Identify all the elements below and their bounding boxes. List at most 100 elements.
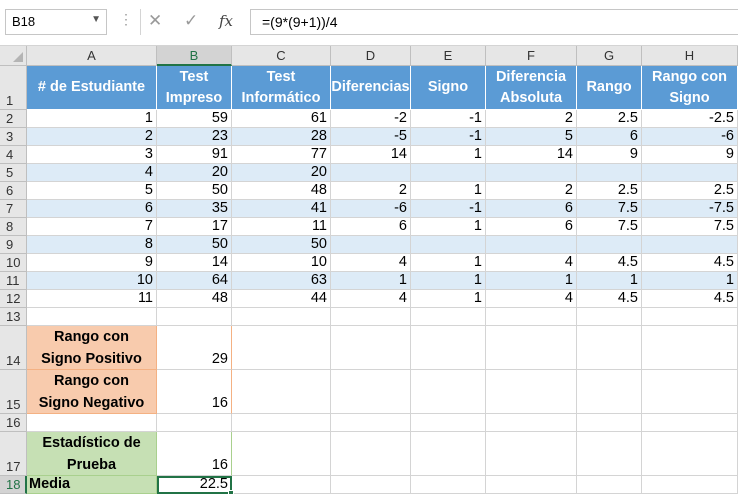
table-cell[interactable]: 14	[157, 254, 232, 272]
empty-cell[interactable]	[577, 326, 642, 370]
empty-cell[interactable]	[577, 308, 642, 326]
table-cell[interactable]: 6	[577, 128, 642, 146]
empty-cell[interactable]	[577, 370, 642, 414]
row-header-8[interactable]: 8	[0, 218, 27, 236]
table-cell[interactable]: -2	[331, 110, 411, 128]
empty-cell[interactable]	[157, 308, 232, 326]
table-cell[interactable]: 2	[486, 110, 577, 128]
column-header-e[interactable]: E	[411, 46, 486, 66]
table-cell[interactable]	[331, 164, 411, 182]
row-header-18[interactable]: 18	[0, 476, 27, 494]
table-cell[interactable]: 63	[232, 272, 331, 290]
table-cell[interactable]	[411, 164, 486, 182]
table-cell[interactable]: 6	[486, 200, 577, 218]
column-header-h[interactable]: H	[642, 46, 738, 66]
empty-cell[interactable]	[411, 476, 486, 494]
empty-cell[interactable]	[27, 414, 157, 432]
table-cell[interactable]: 2.5	[577, 110, 642, 128]
name-box[interactable]: B18 ▼	[5, 9, 107, 35]
empty-cell[interactable]	[331, 476, 411, 494]
cancel-icon[interactable]: ✕	[148, 9, 162, 33]
empty-cell[interactable]	[642, 370, 738, 414]
table-cell[interactable]: -1	[411, 128, 486, 146]
empty-cell[interactable]	[642, 308, 738, 326]
empty-cell[interactable]	[411, 414, 486, 432]
chevron-down-icon[interactable]: ▼	[91, 14, 101, 25]
empty-cell[interactable]	[331, 414, 411, 432]
empty-cell[interactable]	[486, 476, 577, 494]
row-header-14[interactable]: 14	[0, 326, 27, 370]
table-cell[interactable]	[331, 236, 411, 254]
empty-cell[interactable]	[642, 432, 738, 476]
column-header-a[interactable]: A	[27, 46, 157, 66]
row-header-16[interactable]: 16	[0, 414, 27, 432]
table-cell[interactable]: 11	[27, 290, 157, 308]
empty-cell[interactable]	[577, 476, 642, 494]
empty-cell[interactable]	[642, 414, 738, 432]
table-cell[interactable]: -1	[411, 200, 486, 218]
empty-cell[interactable]	[486, 370, 577, 414]
table-cell[interactable]: 50	[157, 236, 232, 254]
table-cell[interactable]: 1	[486, 272, 577, 290]
empty-cell[interactable]	[331, 370, 411, 414]
table-cell[interactable]: 9	[27, 254, 157, 272]
table-cell[interactable]: -6	[331, 200, 411, 218]
row-header-17[interactable]: 17	[0, 432, 27, 476]
table-cell[interactable]: 20	[232, 164, 331, 182]
table-cell[interactable]: 9	[642, 146, 738, 164]
table-cell[interactable]: 4	[27, 164, 157, 182]
empty-cell[interactable]	[486, 326, 577, 370]
empty-cell[interactable]	[331, 308, 411, 326]
table-cell[interactable]: 41	[232, 200, 331, 218]
row-header-9[interactable]: 9	[0, 236, 27, 254]
empty-cell[interactable]	[577, 432, 642, 476]
table-cell[interactable]: 5	[486, 128, 577, 146]
row-header-4[interactable]: 4	[0, 146, 27, 164]
table-cell[interactable]: -2.5	[642, 110, 738, 128]
row-header-11[interactable]: 11	[0, 272, 27, 290]
table-cell[interactable]: 1	[27, 110, 157, 128]
table-header-cell[interactable]: Test Impreso	[157, 66, 232, 110]
table-header-cell[interactable]: Diferencias	[331, 66, 411, 110]
row-header-2[interactable]: 2	[0, 110, 27, 128]
table-cell[interactable]	[486, 236, 577, 254]
select-all-button[interactable]	[0, 46, 27, 66]
table-header-cell[interactable]: Rango	[577, 66, 642, 110]
table-cell[interactable]: 2	[27, 128, 157, 146]
negative-rank-value[interactable]: 16	[157, 370, 232, 414]
table-cell[interactable]	[642, 236, 738, 254]
table-cell[interactable]: 28	[232, 128, 331, 146]
test-statistic-value[interactable]: 16	[157, 432, 232, 476]
positive-rank-value[interactable]: 29	[157, 326, 232, 370]
fill-handle[interactable]	[228, 490, 234, 494]
empty-cell[interactable]	[411, 370, 486, 414]
table-cell[interactable]: 1	[331, 272, 411, 290]
table-cell[interactable]: 4.5	[577, 254, 642, 272]
empty-cell[interactable]	[232, 414, 331, 432]
row-header-13[interactable]: 13	[0, 308, 27, 326]
table-cell[interactable]: 1	[411, 290, 486, 308]
table-cell[interactable]: 4	[486, 290, 577, 308]
table-cell[interactable]: 48	[157, 290, 232, 308]
drag-handle-icon[interactable]: ⋮	[119, 11, 133, 28]
table-cell[interactable]: 59	[157, 110, 232, 128]
empty-cell[interactable]	[331, 326, 411, 370]
column-header-f[interactable]: F	[486, 46, 577, 66]
table-cell[interactable]: 23	[157, 128, 232, 146]
table-cell[interactable]	[411, 236, 486, 254]
table-cell[interactable]	[642, 164, 738, 182]
media-label[interactable]: Media	[27, 476, 157, 494]
table-cell[interactable]: 1	[411, 272, 486, 290]
table-cell[interactable]	[577, 164, 642, 182]
table-cell[interactable]: -1	[411, 110, 486, 128]
table-cell[interactable]: 20	[157, 164, 232, 182]
empty-cell[interactable]	[27, 308, 157, 326]
table-cell[interactable]: 1	[411, 182, 486, 200]
table-cell[interactable]: 2	[486, 182, 577, 200]
table-cell[interactable]: 4	[331, 290, 411, 308]
row-header-5[interactable]: 5	[0, 164, 27, 182]
column-header-b[interactable]: B	[157, 46, 232, 66]
empty-cell[interactable]	[486, 432, 577, 476]
table-cell[interactable]: 61	[232, 110, 331, 128]
positive-rank-label[interactable]: Rango con Signo Positivo	[27, 326, 157, 370]
